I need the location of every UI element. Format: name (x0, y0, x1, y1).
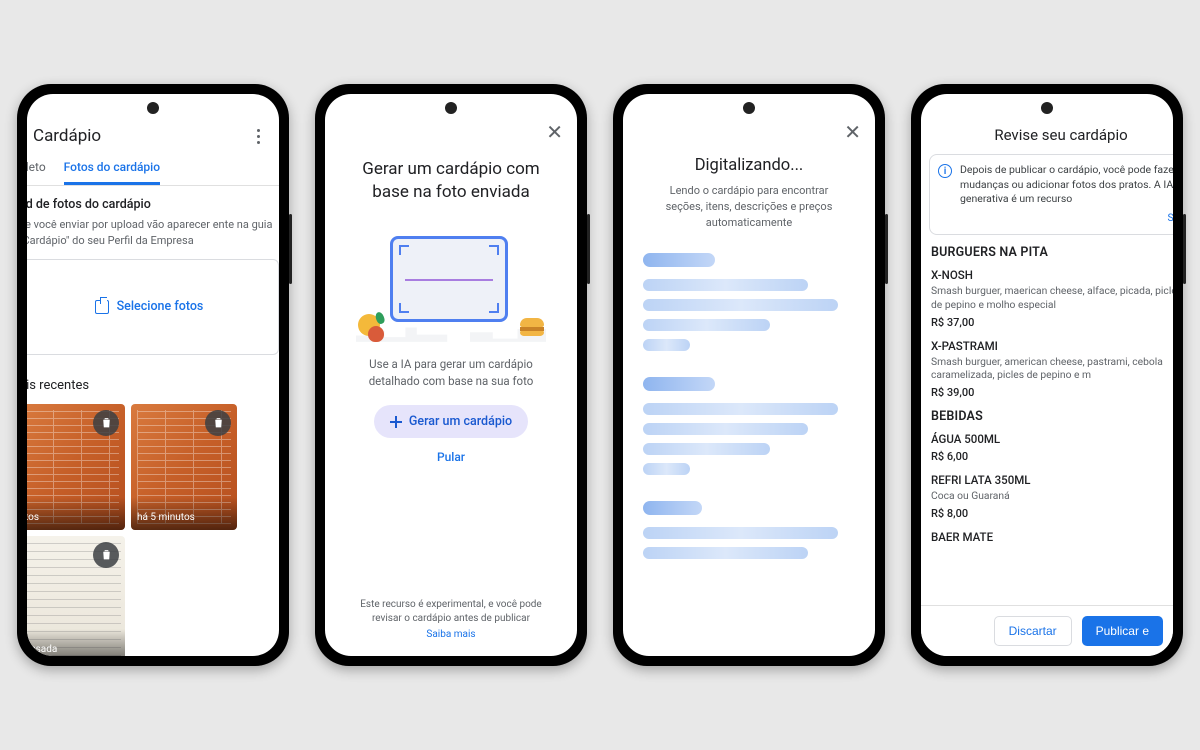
thumbnail[interactable]: tos (27, 404, 125, 530)
publish-button[interactable]: Publicar e (1082, 616, 1163, 646)
delete-icon[interactable] (93, 542, 119, 568)
menu-list: BURGUERS NA PITA X-NOSH Smash burguer, m… (921, 245, 1173, 544)
thumbnail-caption: assada (27, 629, 125, 656)
info-banner: i Depois de publicar o cardápio, você po… (929, 154, 1173, 235)
info-icon: i (938, 164, 952, 178)
learn-more-link[interactable]: Saiba mais (347, 628, 555, 642)
more-options-icon[interactable] (249, 129, 267, 144)
tab-completo[interactable]: pleto (27, 160, 46, 185)
upload-heading: ad de fotos do cardápio (27, 196, 279, 214)
sparkle-icon (390, 416, 402, 428)
phone-frame-1: Cardápio pleto Fotos do cardápio ad de f… (17, 84, 289, 666)
generate-menu-button[interactable]: Gerar um cardápio (374, 405, 528, 438)
menu-item[interactable]: X-PASTRAMI Smash burguer, american chees… (931, 339, 1173, 400)
select-photos-button[interactable]: Selecione fotos (27, 259, 279, 355)
menu-item[interactable]: X-NOSH Smash burguer, maerican cheese, a… (931, 268, 1173, 329)
phone-frame-4: Revise seu cardápio i Depois de publicar… (911, 84, 1183, 666)
scanning-subtitle: Lendo o cardápio para encontrar seções, … (643, 183, 855, 231)
select-photos-label: Selecione fotos (117, 298, 204, 316)
scanning-title: Digitalizando... (643, 156, 855, 175)
sheet-title: Gerar um cardápio com base na foto envia… (343, 158, 559, 204)
phone-frame-3: ✕ Digitalizando... Lendo o cardápio para… (613, 84, 885, 666)
menu-item[interactable]: REFRI LATA 350ML Coca ou Guaraná R$ 8,00 (931, 473, 1173, 520)
thumbnail[interactable]: há 5 minutos (131, 404, 237, 530)
phone-frame-2: ✕ Gerar um cardápio com base na foto env… (315, 84, 587, 666)
close-icon[interactable]: ✕ (546, 122, 563, 142)
generate-menu-label: Gerar um cardápio (409, 414, 512, 429)
sheet-subtitle: Use a IA para gerar um cardápio detalhad… (343, 356, 559, 389)
upload-subtext: ue você enviar por upload vão aparecer e… (27, 217, 279, 249)
skip-link[interactable]: Pular (343, 450, 559, 464)
delete-icon[interactable] (205, 410, 231, 436)
loading-skeleton (643, 253, 855, 559)
thumbnail-caption: há 5 minutos (131, 497, 237, 530)
page-title: Cardápio (33, 126, 249, 146)
thumbnail-caption: tos (27, 497, 125, 530)
tab-fotos-cardapio[interactable]: Fotos do cardápio (64, 160, 160, 185)
photo-icon (95, 300, 109, 314)
disclaimer: Este recurso é experimental, e você pode… (343, 588, 559, 642)
info-more-link[interactable]: Sai (960, 211, 1173, 226)
review-title: Revise seu cardápio (921, 120, 1173, 154)
menu-item[interactable]: ÁGUA 500ML R$ 6,00 (931, 432, 1173, 463)
thumbnail[interactable]: assada (27, 536, 125, 656)
recent-thumbnails: tos há 5 minutos assada (27, 404, 279, 656)
menu-section-title: BEBIDAS (931, 409, 1173, 424)
illustration-scan (356, 222, 546, 342)
discard-button[interactable]: Discartar (994, 616, 1072, 646)
menu-item[interactable]: BAER MATE (931, 530, 1173, 544)
tabs: pleto Fotos do cardápio (27, 152, 279, 186)
footer-actions: Discartar Publicar e (921, 605, 1173, 656)
close-icon[interactable]: ✕ (844, 122, 861, 142)
delete-icon[interactable] (93, 410, 119, 436)
menu-section-title: BURGUERS NA PITA (931, 245, 1173, 260)
recent-heading: ais recentes (27, 377, 279, 396)
